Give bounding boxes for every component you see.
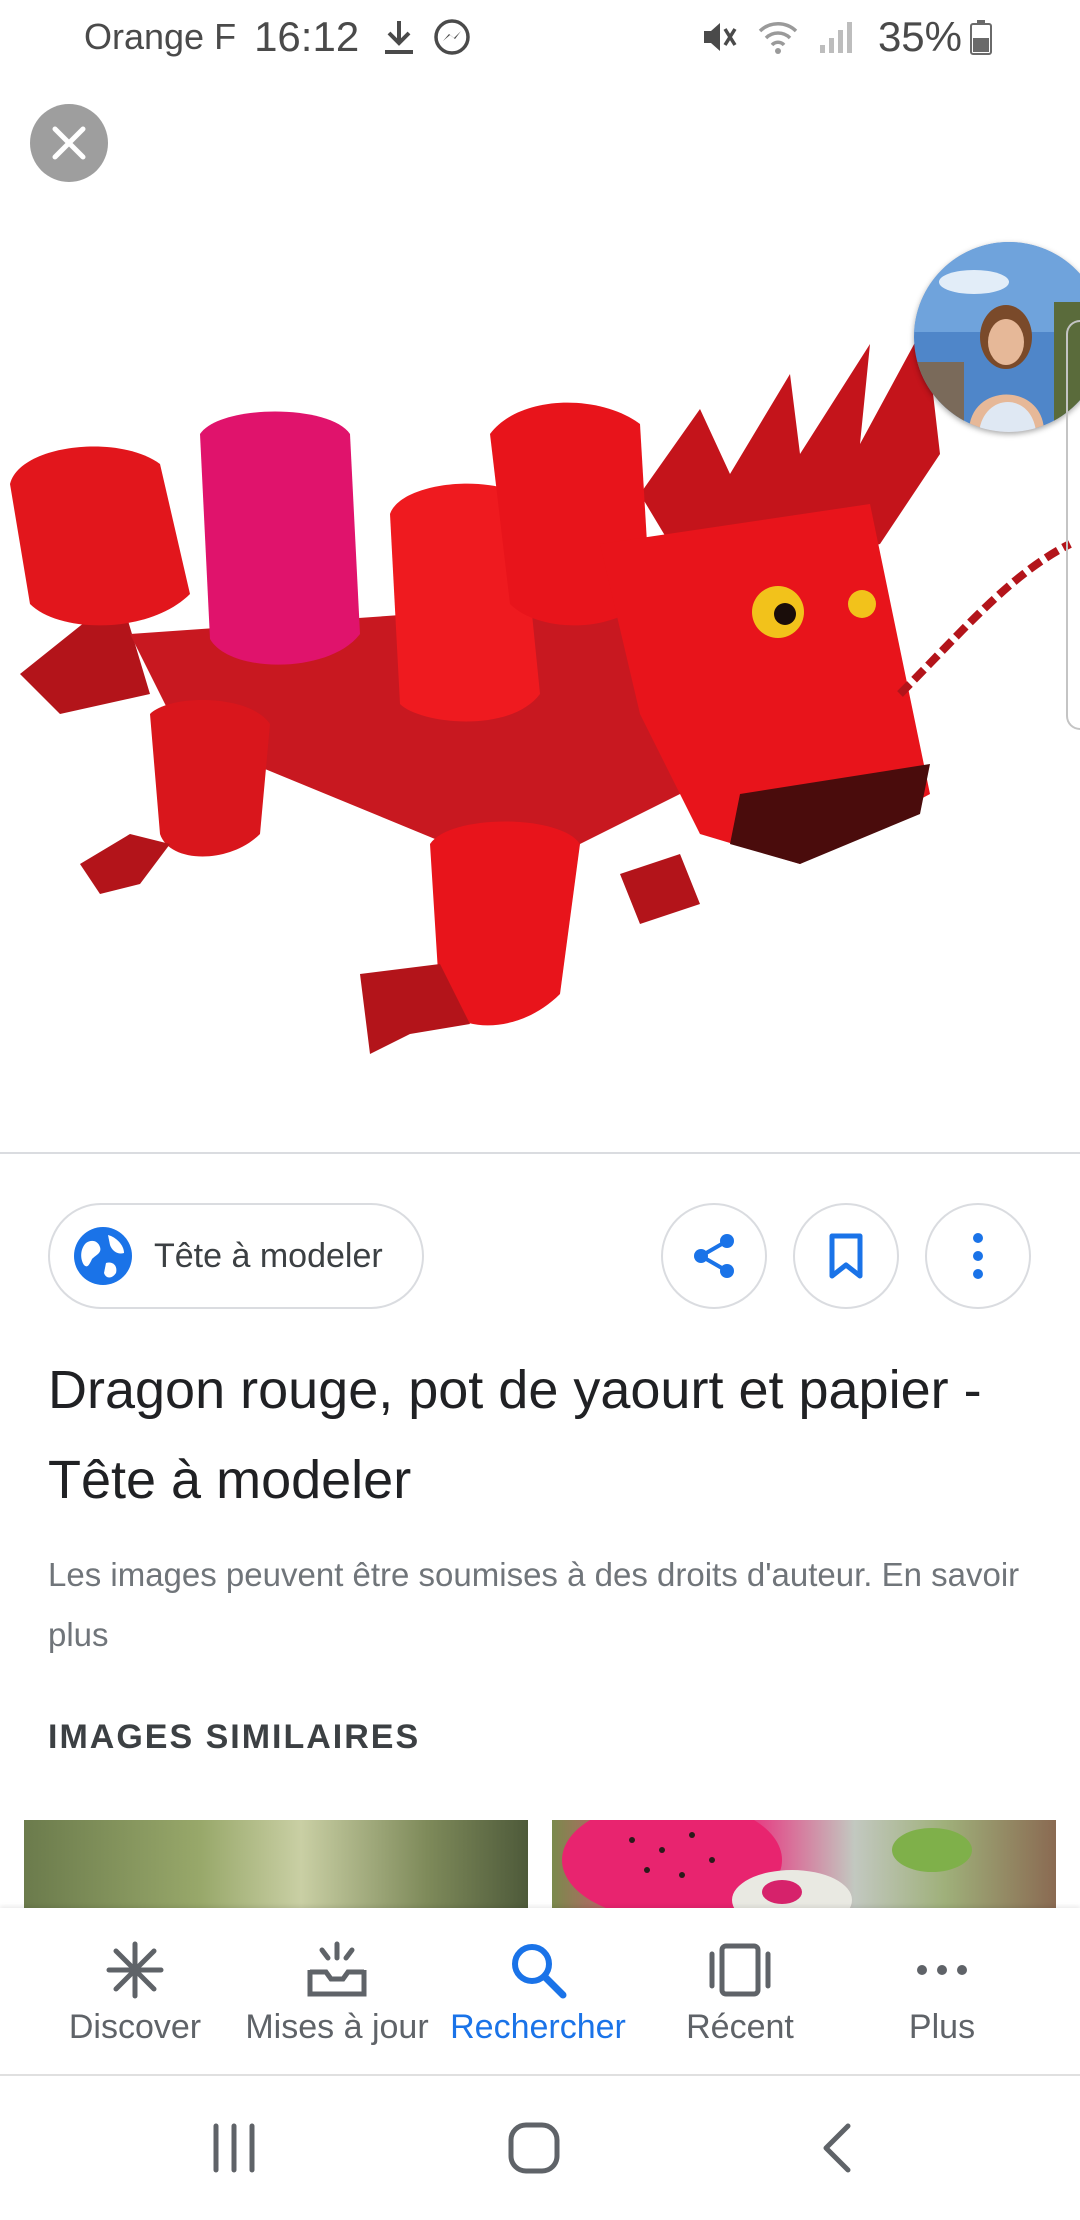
copyright-text: Les images peuvent être soumises à des d… <box>48 1556 873 1593</box>
nav-search[interactable]: Rechercher <box>440 1908 636 2076</box>
asterisk-icon <box>105 1940 165 2005</box>
nav-label: Mises à jour <box>245 2008 429 2046</box>
dragon-fruit-photo <box>562 1820 972 1908</box>
battery-icon <box>970 19 992 55</box>
home-icon <box>508 2122 560 2174</box>
close-button[interactable] <box>30 104 108 182</box>
messenger-icon <box>433 18 471 56</box>
dragon-image <box>10 324 1072 1054</box>
similar-image-thumbnail[interactable] <box>24 1820 528 1908</box>
globe-icon <box>74 1227 132 1285</box>
nav-label: Plus <box>908 2008 976 2046</box>
back-button[interactable] <box>816 2120 856 2181</box>
source-chip[interactable]: Tête à modeler <box>48 1203 424 1309</box>
home-button[interactable] <box>506 2120 562 2181</box>
nav-updates[interactable]: Mises à jour <box>232 1908 442 2076</box>
download-icon <box>383 19 415 55</box>
source-label: Tête à modeler <box>154 1236 383 1275</box>
page-title[interactable]: Dragon rouge, pot de yaourt et papier - … <box>48 1345 1008 1525</box>
nav-label: Discover <box>68 2008 202 2046</box>
back-chevron-icon <box>823 2123 851 2173</box>
status-bar: Orange F 16:12 35% <box>0 0 1080 74</box>
bottom-navigation: Discover Mises à jour Rechercher Récent … <box>0 1908 1080 2076</box>
nav-discover[interactable]: Discover <box>40 1908 230 2076</box>
wifi-icon <box>756 19 800 55</box>
recent-apps-button[interactable] <box>206 2120 262 2181</box>
more-options-button[interactable] <box>925 1203 1031 1309</box>
battery-percent: 35% <box>877 13 962 60</box>
nav-label: Récent <box>686 2008 794 2046</box>
nav-more[interactable]: Plus <box>842 1908 1042 2076</box>
more-horizontal-icon <box>912 1940 972 2005</box>
nav-label: Rechercher <box>450 2008 626 2046</box>
mute-icon <box>700 19 738 55</box>
viewer-divider <box>0 1152 1080 1154</box>
share-icon <box>694 1234 734 1278</box>
system-navigation-bar <box>0 2076 1080 2220</box>
copyright-notice: Les images peuvent être soumises à des d… <box>48 1545 1028 1665</box>
close-icon <box>52 126 86 160</box>
share-button[interactable] <box>661 1203 767 1309</box>
save-button[interactable] <box>793 1203 899 1309</box>
search-icon <box>508 1940 568 2005</box>
updates-tray-icon <box>306 1940 368 2005</box>
more-vertical-icon <box>973 1233 983 1279</box>
signal-icon <box>818 19 854 55</box>
bookmark-icon <box>829 1233 863 1279</box>
nav-recent[interactable]: Récent <box>640 1908 840 2076</box>
carrier-name: Orange F <box>84 16 237 57</box>
clock: 16:12 <box>254 13 360 60</box>
recent-cards-icon <box>708 1940 772 2005</box>
similar-image-thumbnail[interactable] <box>552 1820 1056 1908</box>
recent-apps-icon <box>213 2123 255 2173</box>
edge-panel-handle[interactable] <box>1066 320 1080 730</box>
image-preview[interactable] <box>0 74 1080 1152</box>
similar-images-heading: IMAGES SIMILAIRES <box>48 1718 421 1756</box>
